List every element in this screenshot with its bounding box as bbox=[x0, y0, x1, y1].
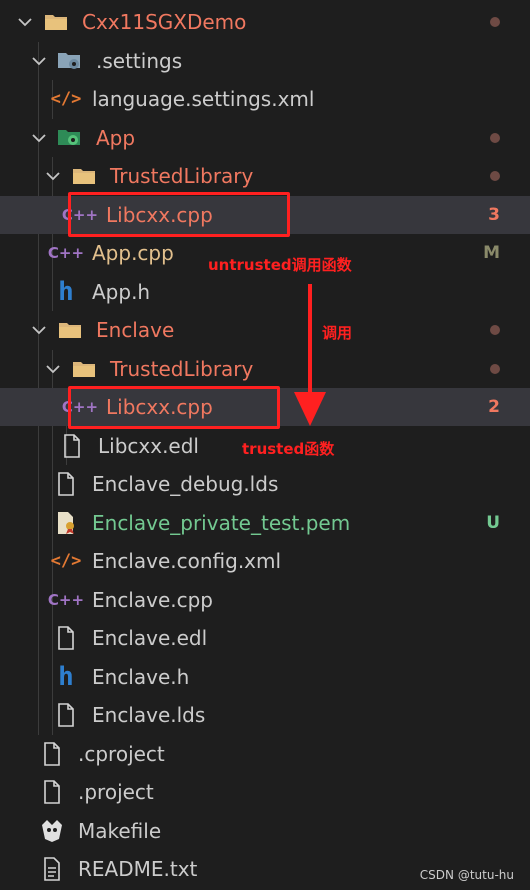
cpp-file-icon: C++ bbox=[47, 590, 85, 609]
folder-icon bbox=[68, 157, 100, 195]
tree-item-label: Enclave.cpp bbox=[92, 587, 214, 612]
annotation-trusted-func: trusted函数 bbox=[242, 440, 335, 458]
tree-item-project[interactable]: .project bbox=[0, 773, 530, 811]
text-file-icon bbox=[36, 850, 68, 888]
tree-item-language-settings-xml[interactable]: </> language.settings.xml bbox=[0, 80, 530, 118]
changes-dot-icon bbox=[490, 325, 500, 335]
tree-item-label: README.txt bbox=[78, 857, 198, 881]
tree-item-cproject[interactable]: .cproject bbox=[0, 735, 530, 773]
tree-item-cxx11sgxdemo[interactable]: Cxx11SGXDemo bbox=[0, 3, 530, 41]
tree-item-label: Cxx11SGXDemo bbox=[82, 10, 247, 34]
tree-item-label: App.cpp bbox=[92, 241, 174, 265]
file-icon bbox=[50, 696, 82, 734]
file-icon bbox=[50, 619, 82, 657]
folder-icon bbox=[54, 311, 86, 349]
annotation-untrusted-call: untrusted调用函数 bbox=[208, 256, 352, 274]
tree-item-enclave-lds[interactable]: Enclave.lds bbox=[0, 696, 530, 734]
tree-item-settings[interactable]: .settings bbox=[0, 42, 530, 80]
tree-item-enclave-cpp[interactable]: C++ Enclave.cpp bbox=[0, 581, 530, 619]
cpp-file-icon: C++ bbox=[47, 244, 85, 262]
git-status-badge: 3 bbox=[488, 204, 500, 225]
tree-item-trustedlibrary[interactable]: TrustedLibrary bbox=[0, 157, 530, 195]
changes-dot-icon bbox=[490, 171, 500, 181]
tree-item-label: Enclave bbox=[96, 318, 175, 342]
app-folder-icon bbox=[54, 119, 86, 157]
tree-item-enclave-debug-lds[interactable]: Enclave_debug.lds bbox=[0, 465, 530, 503]
settings-folder-icon bbox=[54, 42, 86, 80]
header-file-icon: h bbox=[58, 276, 74, 307]
header-file-icon: h bbox=[58, 661, 74, 692]
git-status-badge: M bbox=[483, 243, 500, 263]
call-arrow bbox=[294, 284, 326, 426]
changes-dot-icon bbox=[490, 17, 500, 27]
tree-item-enclave-h[interactable]: h Enclave.h bbox=[0, 658, 530, 696]
chevron-down-icon[interactable] bbox=[42, 350, 64, 388]
highlight-box-enclave-libcxx bbox=[68, 386, 280, 429]
highlight-box-app-libcxx bbox=[68, 192, 290, 237]
tree-item-label: Enclave.lds bbox=[92, 703, 206, 727]
tree-item-label: Enclave.edl bbox=[92, 626, 208, 650]
git-status-badge: 2 bbox=[488, 397, 500, 417]
tree-item-label: .project bbox=[78, 780, 154, 804]
chevron-down-icon[interactable] bbox=[14, 3, 36, 41]
tree-item-label: App bbox=[96, 125, 136, 150]
chevron-down-icon[interactable] bbox=[28, 42, 50, 80]
tree-item-enclave-edl[interactable]: Enclave.edl bbox=[0, 619, 530, 657]
xml-file-icon: </> bbox=[50, 89, 82, 109]
tree-item-label: .settings bbox=[96, 48, 183, 73]
certificate-icon bbox=[50, 504, 82, 542]
file-icon bbox=[50, 465, 82, 503]
folder-icon bbox=[40, 3, 72, 41]
makefile-icon bbox=[36, 812, 68, 850]
tree-item-label: .cproject bbox=[78, 741, 165, 766]
file-icon bbox=[36, 773, 68, 811]
tree-item-label: Enclave_private_test.pem bbox=[92, 510, 351, 535]
tree-item-label: TrustedLibrary bbox=[110, 356, 254, 381]
tree-item-label: App.h bbox=[92, 279, 151, 304]
tree-item-enclave[interactable]: Enclave bbox=[0, 311, 530, 349]
watermark: CSDN @tutu-hu bbox=[419, 868, 514, 882]
tree-item-makefile[interactable]: Makefile bbox=[0, 812, 530, 850]
tree-item-label: Makefile bbox=[78, 818, 162, 843]
chevron-down-icon[interactable] bbox=[28, 311, 50, 349]
tree-item-label: Enclave.config.xml bbox=[92, 549, 282, 573]
chevron-down-icon[interactable] bbox=[28, 119, 50, 157]
tree-item-label: Libcxx.edl bbox=[98, 433, 199, 458]
tree-item-app[interactable]: App bbox=[0, 119, 530, 157]
git-status-badge: U bbox=[486, 512, 500, 533]
tree-item-enclave-config-xml[interactable]: </> Enclave.config.xml bbox=[0, 542, 530, 580]
file-icon bbox=[56, 427, 88, 465]
chevron-down-icon[interactable] bbox=[42, 157, 64, 195]
tree-item-label: Enclave_debug.lds bbox=[92, 472, 279, 496]
tree-item-app-h[interactable]: h App.h bbox=[0, 273, 530, 311]
file-icon bbox=[36, 735, 68, 773]
tree-item-label: language.settings.xml bbox=[92, 87, 315, 111]
changes-dot-icon bbox=[490, 363, 500, 374]
folder-icon bbox=[68, 350, 100, 388]
changes-dot-icon bbox=[490, 132, 500, 143]
tree-item-enclave-private-test-pem[interactable]: Enclave_private_test.pem U bbox=[0, 504, 530, 542]
xml-file-icon: </> bbox=[50, 551, 82, 571]
tree-item-label: Enclave.h bbox=[92, 664, 190, 689]
tree-item-label: TrustedLibrary bbox=[110, 164, 254, 188]
tree-item-trustedlibrary[interactable]: TrustedLibrary bbox=[0, 350, 530, 388]
